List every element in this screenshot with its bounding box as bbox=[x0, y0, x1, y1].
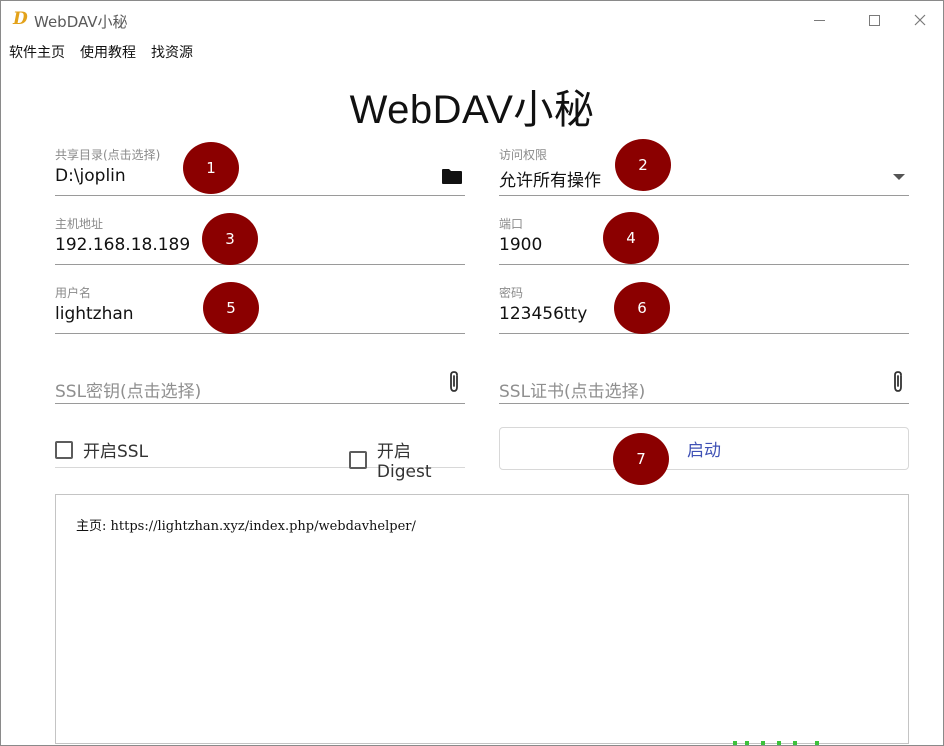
window-title: WebDAV小秘 bbox=[34, 13, 128, 31]
password-label: 密码 bbox=[499, 286, 524, 300]
app-logo-icon: D bbox=[13, 9, 28, 29]
access-value[interactable]: 允许所有操作 bbox=[499, 166, 601, 191]
minimize-button[interactable] bbox=[796, 1, 842, 39]
access-label: 访问权限 bbox=[499, 148, 548, 162]
annotation-marker-3: 3 bbox=[202, 213, 258, 265]
annotation-marker-6: 6 bbox=[614, 282, 670, 334]
title-bar: D WebDAV小秘 bbox=[1, 1, 943, 39]
ssl-key-field[interactable]: SSL密钥(点击选择) bbox=[55, 363, 465, 404]
share-dir-value[interactable]: D:\joplin bbox=[55, 166, 126, 186]
menu-item-resources[interactable]: 找资源 bbox=[143, 41, 200, 65]
share-dir-field[interactable]: 共享目录(点击选择) D:\joplin bbox=[55, 146, 465, 196]
ssl-cert-field[interactable]: SSL证书(点击选择) bbox=[499, 363, 909, 404]
username-field[interactable]: 用户名 lightzhan bbox=[55, 284, 465, 334]
maximize-button[interactable] bbox=[851, 1, 897, 39]
port-field[interactable]: 端口 1900 bbox=[499, 215, 909, 265]
close-button[interactable] bbox=[897, 1, 943, 39]
menu-bar: 软件主页 使用教程 找资源 bbox=[1, 41, 200, 65]
menu-item-tutorial[interactable]: 使用教程 bbox=[72, 41, 143, 65]
paperclip-icon[interactable] bbox=[447, 370, 461, 394]
checkbox-box[interactable] bbox=[349, 450, 367, 469]
password-value[interactable]: 123456tty bbox=[499, 304, 587, 324]
annotation-marker-2: 2 bbox=[615, 139, 671, 191]
ssl-cert-placeholder: SSL证书(点击选择) bbox=[499, 382, 646, 402]
username-label: 用户名 bbox=[55, 286, 92, 300]
app-heading: WebDAV小秘 bbox=[349, 88, 595, 132]
password-field[interactable]: 密码 123456tty bbox=[499, 284, 909, 334]
enable-digest-checkbox[interactable]: 开启Digest bbox=[349, 437, 465, 482]
folder-icon[interactable] bbox=[441, 168, 463, 185]
username-value[interactable]: lightzhan bbox=[55, 304, 134, 324]
log-text: 主页: https://lightzhan.xyz/index.php/webd… bbox=[76, 519, 416, 534]
green-fragment bbox=[731, 741, 831, 745]
annotation-marker-4: 4 bbox=[603, 212, 659, 264]
port-value[interactable]: 1900 bbox=[499, 235, 542, 255]
app-window: D WebDAV小秘 软件主页 使用教程 找资源 WebDAV小秘 共享目录(点… bbox=[0, 0, 944, 746]
enable-ssl-checkbox[interactable]: 开启SSL bbox=[55, 437, 148, 462]
host-field[interactable]: 主机地址 192.168.18.189 bbox=[55, 215, 465, 265]
log-output[interactable]: 主页: https://lightzhan.xyz/index.php/webd… bbox=[55, 494, 909, 744]
access-select[interactable]: 访问权限 允许所有操作 bbox=[499, 146, 909, 196]
minimize-icon bbox=[813, 19, 825, 21]
host-value[interactable]: 192.168.18.189 bbox=[55, 235, 190, 255]
checkbox-box[interactable] bbox=[55, 440, 73, 459]
port-label: 端口 bbox=[499, 217, 524, 231]
annotation-marker-7: 7 bbox=[613, 433, 669, 485]
paperclip-icon[interactable] bbox=[891, 370, 905, 394]
options-row: 开启SSL 开启Digest bbox=[55, 427, 465, 482]
menu-item-home[interactable]: 软件主页 bbox=[1, 41, 72, 65]
annotation-marker-5: 5 bbox=[203, 282, 259, 334]
enable-ssl-label[interactable]: 开启SSL bbox=[83, 437, 148, 462]
host-label: 主机地址 bbox=[55, 217, 104, 231]
share-dir-label: 共享目录(点击选择) bbox=[55, 148, 161, 162]
ssl-key-placeholder: SSL密钥(点击选择) bbox=[55, 382, 202, 402]
start-button[interactable]: 启动 bbox=[499, 427, 909, 470]
close-icon bbox=[914, 14, 926, 26]
dropdown-arrow-icon[interactable] bbox=[893, 174, 905, 180]
annotation-marker-1: 1 bbox=[183, 142, 239, 194]
maximize-icon bbox=[868, 14, 880, 26]
enable-digest-label[interactable]: 开启Digest bbox=[377, 437, 465, 482]
